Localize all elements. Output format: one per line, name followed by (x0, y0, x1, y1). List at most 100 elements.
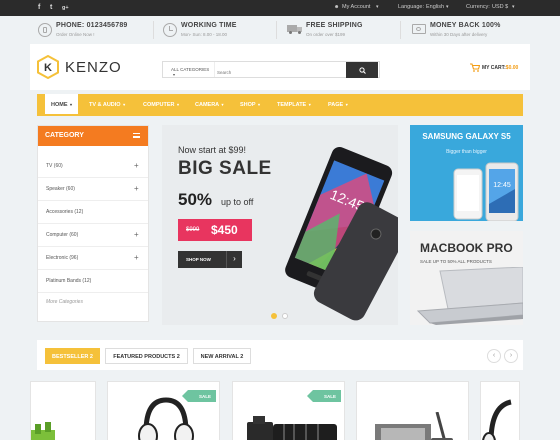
macbook-banner[interactable]: MACBOOK PRO SALE UP TO 50% ALL PRODUCTS (410, 231, 523, 325)
category-label: Computer (60) (46, 232, 79, 238)
sale-label: SALE (199, 393, 212, 399)
chevron-left-icon[interactable]: ‹ (487, 349, 501, 363)
twitter-icon[interactable]: t (50, 4, 52, 11)
info-sub: Within 30 Days after delivery (430, 32, 488, 37)
category-item[interactable]: TV (60) + (38, 155, 148, 178)
tab-featured-products[interactable]: FEATURED PRODUCTS 2 (105, 348, 188, 364)
info-title: WORKING TIME (181, 22, 237, 29)
nav-label: COMPUTER (143, 102, 175, 108)
category-item[interactable]: Computer (60) + (38, 224, 148, 247)
nav-shop[interactable]: SHOP ▾ (240, 94, 260, 116)
nav-camera[interactable]: CAMERA ▾ (195, 94, 223, 116)
info-sub: On order over $199 (306, 32, 346, 37)
plus-icon[interactable]: + (134, 230, 139, 239)
logo-text[interactable]: KENZO (65, 59, 122, 76)
cart-label[interactable]: MY CART:$0.00 (482, 65, 518, 71)
price-badge: $999 $450 (178, 219, 252, 241)
nav-label: SHOP (240, 102, 256, 108)
product-image (247, 416, 337, 440)
info-strip: PHONE: 0123456789 Order Online Now ! WOR… (30, 16, 530, 44)
logo-letter: K (44, 62, 52, 74)
category-header: CATEGORY (38, 126, 148, 146)
info-title: PHONE: 0123456789 (56, 22, 128, 29)
more-categories-link[interactable]: More Categories (46, 299, 83, 305)
category-select-label: ALL CATEGORIES (171, 67, 210, 72)
product-image (482, 399, 512, 440)
phone-image: 12:45 (453, 162, 519, 221)
search-button[interactable] (346, 62, 378, 78)
nav-computer[interactable]: COMPUTER ▾ (143, 94, 179, 116)
clock-icon (163, 23, 177, 37)
language-label: Language: (398, 4, 424, 10)
currency-label: Currency: (466, 4, 490, 10)
slide-upto: up to off (221, 197, 254, 207)
nav-label: PAGE (328, 102, 344, 108)
currency-select[interactable]: USD $ (492, 4, 508, 10)
plus-icon[interactable]: + (134, 161, 139, 170)
chevron-right-icon[interactable]: › (504, 349, 518, 363)
nav-tv-audio[interactable]: TV & AUDIO ▾ (89, 94, 125, 116)
info-sub: Mon- Sun: 8.00 - 18.00 (181, 32, 228, 37)
product-card[interactable] (480, 381, 520, 440)
tab-new-arrival[interactable]: NEW ARRIVAL 2 (193, 348, 251, 364)
slide-tagline: Now start at $99! (178, 145, 247, 155)
category-item[interactable]: Electronic (96) + (38, 247, 148, 270)
nav-home[interactable]: HOME ▾ (45, 94, 79, 116)
top-bar: f t g+ ☻ My Account ▾ Language: English … (0, 0, 560, 16)
chevron-down-icon: ▾ (308, 102, 311, 107)
product-card[interactable]: SALE (232, 381, 345, 440)
laptop-image (416, 267, 523, 325)
menu-icon[interactable] (133, 133, 140, 138)
product-card[interactable] (356, 381, 469, 440)
user-icon: ☻ (334, 4, 340, 10)
slide-headline: BIG SALE (178, 158, 272, 179)
nav-template[interactable]: TEMPLATE ▾ (277, 94, 311, 116)
chevron-down-icon: ▾ (70, 102, 73, 107)
shop-now-button[interactable]: SHOP NOW › (178, 251, 242, 268)
category-item[interactable]: Speaker (60) + (38, 178, 148, 201)
old-price: $999 (186, 227, 200, 233)
category-label: Platinum Bands (12) (46, 278, 92, 284)
banner-subtitle: Bigger than bigger (446, 149, 487, 155)
category-item[interactable]: Accessories (12) (38, 201, 148, 224)
category-select[interactable]: ALL CATEGORIES ▾ (163, 62, 215, 77)
banner-title: MACBOOK PRO (420, 241, 513, 255)
category-label: TV (60) (46, 163, 63, 169)
product-card[interactable] (30, 381, 96, 440)
product-image (31, 422, 55, 440)
chevron-right-icon: › (226, 251, 242, 268)
divider (400, 21, 401, 39)
sale-badge: SALE (307, 390, 341, 402)
sale-label: SALE (324, 393, 337, 399)
nav-label: TV & AUDIO (89, 102, 121, 108)
banner-title: SAMSUNG GALAXY S5 (422, 132, 511, 141)
logo-icon[interactable]: K (37, 55, 59, 79)
tab-bestseller[interactable]: BESTSELLER 2 (45, 348, 100, 364)
chevron-down-icon: ▾ (446, 4, 449, 10)
search-input[interactable] (217, 62, 345, 77)
product-image (138, 397, 194, 440)
plus-icon[interactable]: + (134, 253, 139, 262)
product-card[interactable]: SALE (107, 381, 220, 440)
chevron-down-icon: ▾ (345, 102, 348, 107)
plus-icon[interactable]: + (134, 184, 139, 193)
product-tabs: BESTSELLER 2 FEATURED PRODUCTS 2 NEW ARR… (37, 340, 523, 370)
slider-dot[interactable] (271, 313, 277, 319)
tab-label: FEATURED PRODUCTS 2 (113, 354, 180, 360)
phone-image: 12:45 (285, 147, 398, 321)
info-sub: Order Online Now ! (56, 32, 95, 37)
hero-slider[interactable]: Now start at $99! BIG SALE 50% up to off… (162, 125, 398, 325)
facebook-icon[interactable]: f (38, 4, 40, 11)
google-plus-icon[interactable]: g+ (62, 5, 69, 11)
nav-page[interactable]: PAGE ▾ (328, 94, 348, 116)
category-sidebar: CATEGORY TV (60) + Speaker (60) + Access… (37, 125, 149, 322)
my-account-link[interactable]: My Account (342, 4, 370, 10)
language-select[interactable]: English (426, 4, 444, 10)
cart-icon[interactable] (470, 63, 480, 72)
samsung-banner[interactable]: SAMSUNG GALAXY S5 Bigger than bigger 12:… (410, 125, 523, 221)
divider (276, 21, 277, 39)
tab-label: NEW ARRIVAL 2 (200, 354, 244, 360)
category-item[interactable]: Platinum Bands (12) (38, 270, 148, 293)
product-image (375, 412, 453, 440)
slider-dot[interactable] (282, 313, 288, 319)
